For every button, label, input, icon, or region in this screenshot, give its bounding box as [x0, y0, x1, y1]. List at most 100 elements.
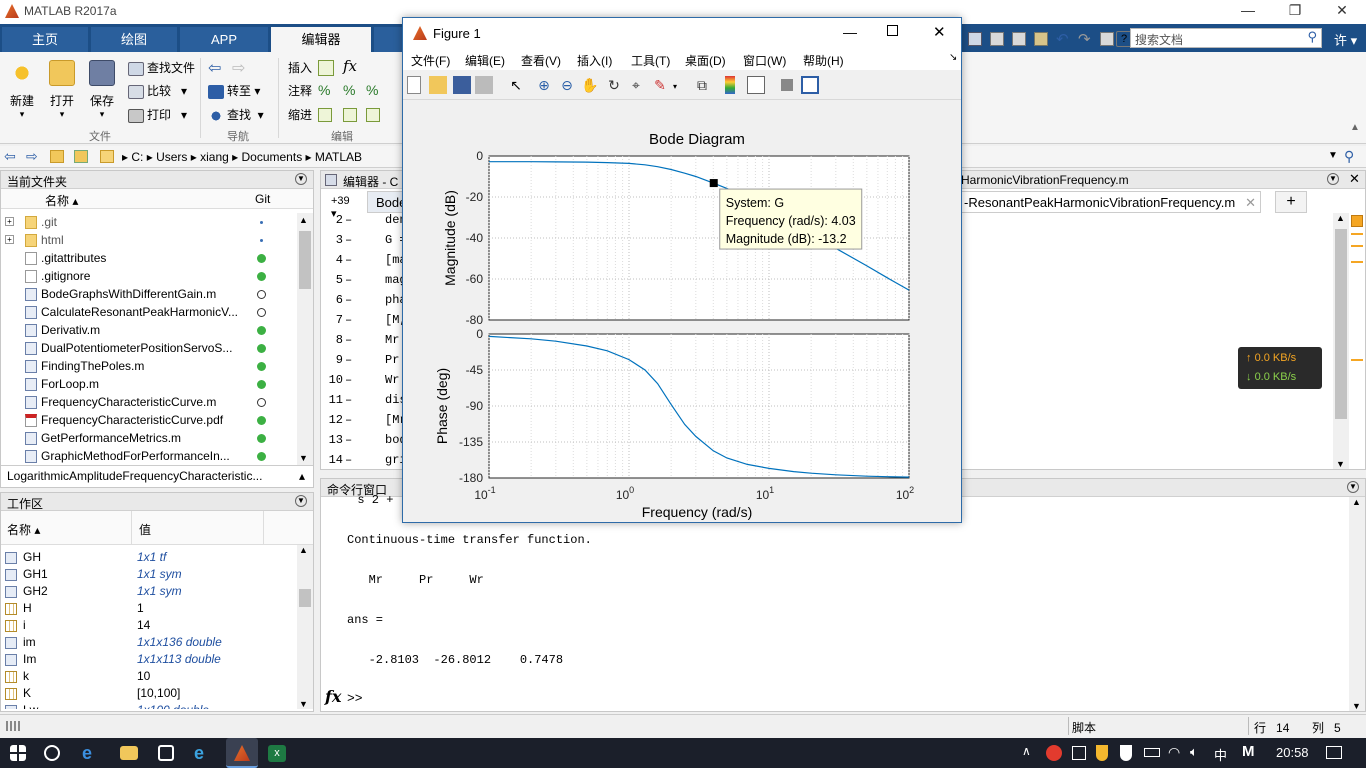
indent-increase-icon[interactable] — [343, 108, 357, 122]
breakpoint-gutter[interactable]: – — [345, 393, 352, 407]
file-row[interactable]: FindingThePoles.m — [1, 357, 297, 375]
variable-row[interactable]: GH 1x1 tf — [1, 549, 297, 566]
back-arrow-icon[interactable]: ⇦ — [208, 58, 221, 78]
menu-file[interactable]: 文件(F) — [411, 52, 450, 69]
clock[interactable]: 20:58 — [1276, 745, 1309, 760]
save-figure-icon[interactable] — [453, 76, 471, 94]
search-documentation-input[interactable]: 搜索文档 ⚲ — [1130, 28, 1322, 48]
file-row[interactable]: DualPotentiometerPositionServoS... — [1, 339, 297, 357]
variable-row[interactable]: Im 1x1x113 double — [1, 651, 297, 668]
close-icon[interactable]: ✕ — [1327, 2, 1357, 19]
print-button[interactable]: 打印 ▾ — [128, 105, 187, 125]
ie-icon[interactable]: e — [194, 743, 216, 763]
cortana-icon[interactable] — [44, 745, 60, 761]
nav-back-icon[interactable]: ⇦ — [4, 148, 16, 165]
find-files-button[interactable]: 查找文件 — [128, 58, 195, 78]
line-number[interactable]: 6 — [321, 293, 343, 307]
line-number[interactable]: 13 — [321, 433, 343, 447]
panel-menu-icon[interactable]: ▼ — [1327, 173, 1339, 185]
new-button[interactable]: 新建 ▾ — [2, 60, 42, 120]
warning-marker[interactable] — [1351, 233, 1363, 235]
indent-decrease-icon[interactable] — [366, 108, 380, 122]
breakpoint-gutter[interactable]: – — [345, 253, 352, 267]
redo-icon[interactable]: ↷ — [1078, 30, 1091, 48]
volume-icon[interactable]: 🔈︎ — [1190, 744, 1198, 760]
uncomment-icon[interactable]: % — [343, 82, 355, 98]
figure-minimize-icon[interactable]: — — [843, 24, 857, 40]
percent-icon[interactable]: % — [318, 82, 330, 98]
user-menu[interactable]: 许 ▾ — [1334, 30, 1357, 49]
file-row[interactable]: GetPerformanceMetrics.m — [1, 429, 297, 447]
store-icon[interactable] — [158, 745, 174, 761]
figure-canvas[interactable]: Bode Diagram 0 -20 -40 -60 -80 Magnitude (dB)… — [403, 100, 961, 522]
line-number[interactable]: 7 — [321, 313, 343, 327]
hide-plot-tools-icon[interactable] — [781, 79, 793, 91]
figure-close-icon[interactable]: ✕ — [933, 23, 946, 41]
menu-view[interactable]: 查看(V) — [521, 52, 561, 69]
battery-icon[interactable] — [1144, 748, 1160, 757]
nav-forward-icon[interactable]: ⇨ — [26, 148, 38, 165]
edit-plot-icon[interactable]: ↖ — [507, 76, 525, 94]
variable-row[interactable]: k 10 — [1, 668, 297, 685]
file-row[interactable]: GraphicMethodForPerformanceIn... — [1, 447, 297, 465]
menu-insert[interactable]: 插入(I) — [577, 52, 612, 69]
fx-icon[interactable]: fx — [343, 57, 357, 75]
wifi-icon[interactable]: ◠ — [1168, 744, 1180, 761]
minimize-icon[interactable]: — — [1233, 2, 1263, 18]
zoom-out-icon[interactable]: ⊖ — [558, 76, 576, 94]
tab-apps[interactable]: APP — [180, 27, 268, 52]
file-row[interactable]: CalculateResonantPeakHarmonicV... — [1, 303, 297, 321]
command-scrollbar[interactable]: ▲ ▼ — [1349, 497, 1365, 711]
comment-button[interactable]: 注释 — [288, 81, 312, 101]
breakpoint-gutter[interactable]: – — [345, 453, 352, 467]
tray-app2-icon[interactable] — [1072, 746, 1086, 760]
warning-marker[interactable] — [1351, 245, 1363, 247]
breakpoint-gutter[interactable]: – — [345, 293, 352, 307]
col-git-header[interactable]: Git — [255, 192, 270, 206]
undo-icon[interactable]: ↶ — [1056, 30, 1069, 48]
forward-arrow-icon[interactable]: ⇨ — [232, 58, 245, 78]
save-button[interactable]: 保存 ▾ — [82, 60, 122, 120]
breakpoint-gutter[interactable]: – — [345, 353, 352, 367]
breakpoint-gutter[interactable]: – — [345, 213, 352, 227]
data-cursor-icon[interactable]: ⌖ — [627, 76, 645, 94]
variable-row[interactable]: K [10,100] — [1, 685, 297, 702]
rotate-icon[interactable]: ↻ — [605, 76, 623, 94]
insert-button[interactable]: 插入 — [288, 58, 312, 78]
link-plot-icon[interactable]: ⧉ — [693, 76, 711, 94]
tab-editor[interactable]: 编辑器 — [271, 27, 371, 52]
crumb-matlab[interactable]: MATLAB — [315, 150, 362, 164]
colorbar-icon[interactable] — [725, 76, 735, 94]
expand-icon[interactable]: + — [5, 235, 14, 244]
find-button[interactable]: 查找 ▾ — [208, 105, 264, 125]
insert-section-icon[interactable] — [318, 60, 334, 76]
breakpoint-gutter[interactable]: – — [345, 233, 352, 247]
expand-icon[interactable]: + — [5, 217, 14, 226]
warning-marker[interactable] — [1351, 261, 1363, 263]
menu-tools[interactable]: 工具(T) — [631, 52, 670, 69]
cut-icon[interactable] — [990, 32, 1004, 46]
tab-home[interactable]: 主页 — [2, 27, 88, 52]
details-bar[interactable]: LogarithmicAmplitudeFrequencyCharacteris… — [1, 465, 313, 487]
menu-window[interactable]: 窗口(W) — [743, 52, 786, 69]
restore-icon[interactable]: ❐ — [1280, 2, 1310, 19]
ime-mode[interactable]: M — [1242, 743, 1255, 760]
menu-dock-icon[interactable]: ↘ — [949, 52, 957, 63]
col-name-header[interactable]: 名称 ▴ — [45, 192, 78, 209]
start-icon[interactable] — [10, 745, 26, 761]
open-file-icon[interactable] — [429, 76, 447, 94]
menu-edit[interactable]: 编辑(E) — [465, 52, 505, 69]
indent-button[interactable]: 缩进 — [288, 105, 312, 125]
file-row[interactable]: ForLoop.m — [1, 375, 297, 393]
address-search-icon[interactable]: ⚲ — [1344, 148, 1354, 165]
line-number[interactable]: 3 — [321, 233, 343, 247]
bode-plot[interactable]: Bode Diagram 0 -20 -40 -60 -80 Magnitude (dB)… — [403, 100, 961, 522]
file-row[interactable]: .gitattributes — [1, 249, 297, 267]
editor-tab-active[interactable]: -ResonantPeakHarmonicVibrationFrequency.… — [961, 191, 1261, 213]
up-folder-icon[interactable] — [50, 150, 64, 163]
panel-menu-icon[interactable]: ▼ — [295, 495, 307, 507]
line-number[interactable]: 4 — [321, 253, 343, 267]
panel-menu-icon[interactable]: ▼ — [295, 173, 307, 185]
indent-smart-icon[interactable] — [318, 108, 332, 122]
editor-tab-left[interactable]: Bode — [367, 191, 407, 213]
